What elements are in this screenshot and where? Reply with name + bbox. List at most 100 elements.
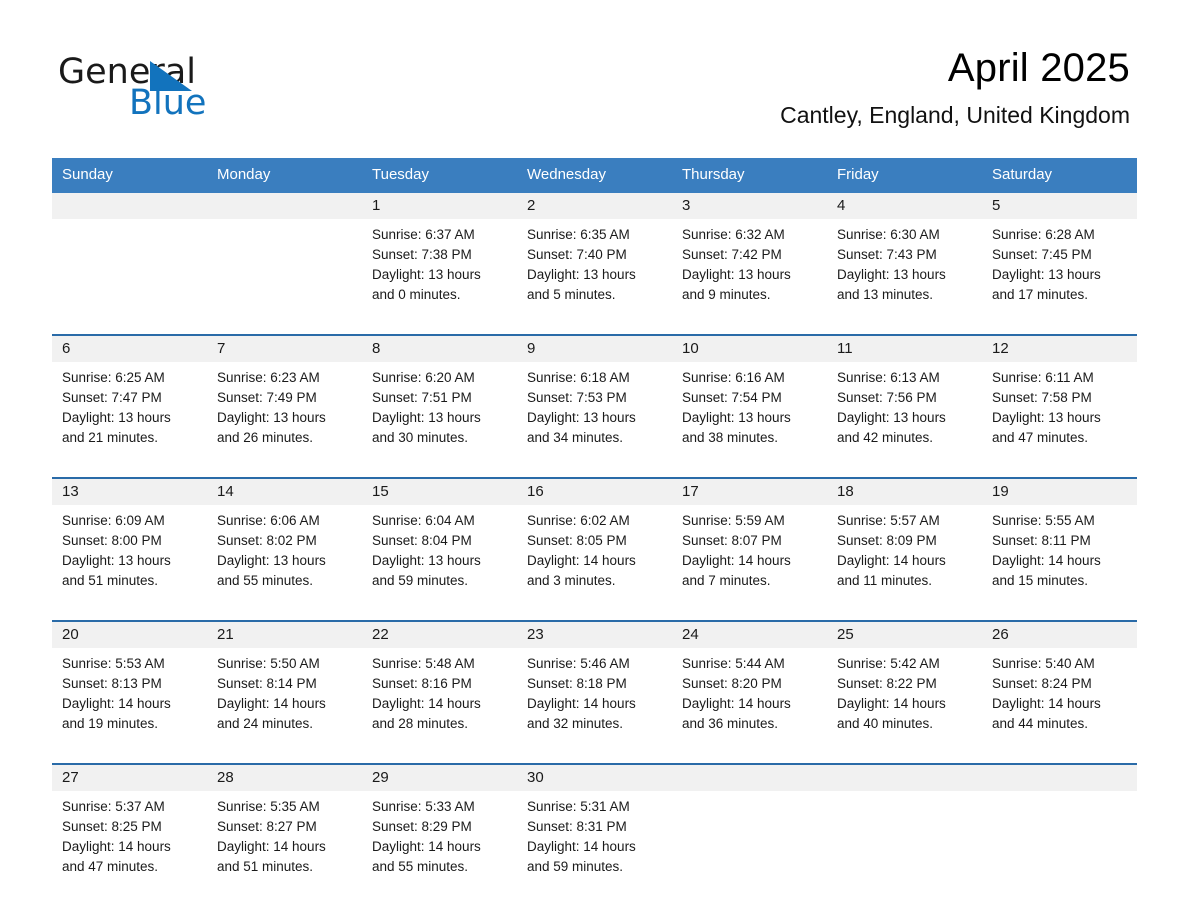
day-info-daylight-line1: Daylight: 13 hours xyxy=(372,410,481,425)
day-number-band: 11 xyxy=(827,336,982,362)
day-info-daylight-line2: and 0 minutes. xyxy=(372,287,461,302)
calendar-table: Sunday Monday Tuesday Wednesday Thursday Frid… xyxy=(52,158,1137,898)
day-info-daylight-line2: and 51 minutes. xyxy=(62,573,159,588)
day-info-sunrise: Sunrise: 6:09 AM xyxy=(62,513,165,528)
day-cell-11[interactable]: 11 Sunrise: 6:13 AM Sunset: 7:56 PM Dayligh… xyxy=(827,336,982,469)
calendar-week-row: 20 Sunrise: 5:53 AM Sunset: 8:13 PM Dayligh… xyxy=(52,620,1137,755)
day-cell-13[interactable]: 13 Sunrise: 6:09 AM Sunset: 8:00 PM Dayligh… xyxy=(52,479,207,612)
day-cell-3[interactable]: 3 Sunrise: 6:32 AM Sunset: 7:42 PM Daylight… xyxy=(672,193,827,326)
day-info-daylight-line2: and 47 minutes. xyxy=(62,859,159,874)
day-cell-16[interactable]: 16 Sunrise: 6:02 AM Sunset: 8:05 PM Dayligh… xyxy=(517,479,672,612)
day-number-band: 6 xyxy=(52,336,207,362)
day-info-sunrise: Sunrise: 6:37 AM xyxy=(372,227,475,242)
day-cell-27[interactable]: 27 Sunrise: 5:37 AM Sunset: 8:25 PM Dayligh… xyxy=(52,765,207,898)
general-blue-logo[interactable]: General Blue xyxy=(58,52,358,123)
day-info-sunrise: Sunrise: 6:23 AM xyxy=(217,370,320,385)
day-number-band: 12 xyxy=(982,336,1137,362)
day-info-daylight-line2: and 5 minutes. xyxy=(527,287,616,302)
day-info-daylight-line2: and 34 minutes. xyxy=(527,430,624,445)
day-cell-23[interactable]: 23 Sunrise: 5:46 AM Sunset: 8:18 PM Dayligh… xyxy=(517,622,672,755)
day-cell-4[interactable]: 4 Sunrise: 6:30 AM Sunset: 7:43 PM Daylight… xyxy=(827,193,982,326)
day-info-daylight-line2: and 32 minutes. xyxy=(527,716,624,731)
day-info: Sunrise: 6:02 AM Sunset: 8:05 PM Daylight:… xyxy=(517,505,672,591)
day-number: 22 xyxy=(372,626,389,643)
day-info-daylight-line1: Daylight: 13 hours xyxy=(837,410,946,425)
day-cell-28[interactable]: 28 Sunrise: 5:35 AM Sunset: 8:27 PM Dayligh… xyxy=(207,765,362,898)
day-info-sunrise: Sunrise: 5:31 AM xyxy=(527,799,630,814)
day-info-sunset: Sunset: 8:05 PM xyxy=(527,533,627,548)
day-info: Sunrise: 6:11 AM Sunset: 7:58 PM Daylight:… xyxy=(982,362,1137,448)
day-info-daylight-line1: Daylight: 13 hours xyxy=(992,410,1101,425)
day-info: Sunrise: 6:06 AM Sunset: 8:02 PM Daylight:… xyxy=(207,505,362,591)
day-cell-19[interactable]: 19 Sunrise: 5:55 AM Sunset: 8:11 PM Dayligh… xyxy=(982,479,1137,612)
day-info-daylight-line2: and 38 minutes. xyxy=(682,430,779,445)
day-cell-25[interactable]: 25 Sunrise: 5:42 AM Sunset: 8:22 PM Dayligh… xyxy=(827,622,982,755)
day-info-sunset: Sunset: 7:38 PM xyxy=(372,247,472,262)
day-number-band: 8 xyxy=(362,336,517,362)
day-info-daylight-line2: and 59 minutes. xyxy=(527,859,624,874)
day-cell-5[interactable]: 5 Sunrise: 6:28 AM Sunset: 7:45 PM Daylight… xyxy=(982,193,1137,326)
day-cell-29[interactable]: 29 Sunrise: 5:33 AM Sunset: 8:29 PM Dayligh… xyxy=(362,765,517,898)
day-number: 24 xyxy=(682,626,699,643)
day-number-band: 10 xyxy=(672,336,827,362)
day-cell-17[interactable]: 17 Sunrise: 5:59 AM Sunset: 8:07 PM Dayligh… xyxy=(672,479,827,612)
day-info-daylight-line1: Daylight: 14 hours xyxy=(837,696,946,711)
day-info: Sunrise: 5:48 AM Sunset: 8:16 PM Daylight:… xyxy=(362,648,517,734)
day-info-sunset: Sunset: 7:45 PM xyxy=(992,247,1092,262)
day-cell-12[interactable]: 12 Sunrise: 6:11 AM Sunset: 7:58 PM Dayligh… xyxy=(982,336,1137,469)
day-number-band: 28 xyxy=(207,765,362,791)
day-number: 26 xyxy=(992,626,1009,643)
day-number-band: 20 xyxy=(52,622,207,648)
day-cell-10[interactable]: 10 Sunrise: 6:16 AM Sunset: 7:54 PM Dayligh… xyxy=(672,336,827,469)
day-info: Sunrise: 6:20 AM Sunset: 7:51 PM Daylight:… xyxy=(362,362,517,448)
day-cell-24[interactable]: 24 Sunrise: 5:44 AM Sunset: 8:20 PM Dayligh… xyxy=(672,622,827,755)
day-cell-1[interactable]: 1 Sunrise: 6:37 AM Sunset: 7:38 PM Daylight… xyxy=(362,193,517,326)
day-cell-26[interactable]: 26 Sunrise: 5:40 AM Sunset: 8:24 PM Dayligh… xyxy=(982,622,1137,755)
day-info-sunset: Sunset: 8:07 PM xyxy=(682,533,782,548)
day-cell-20[interactable]: 20 Sunrise: 5:53 AM Sunset: 8:13 PM Dayligh… xyxy=(52,622,207,755)
day-info-daylight-line1: Daylight: 14 hours xyxy=(527,839,636,854)
day-cell-18[interactable]: 18 Sunrise: 5:57 AM Sunset: 8:09 PM Dayligh… xyxy=(827,479,982,612)
day-number-band: 27 xyxy=(52,765,207,791)
day-info-sunset: Sunset: 7:47 PM xyxy=(62,390,162,405)
day-cell-22[interactable]: 22 Sunrise: 5:48 AM Sunset: 8:16 PM Dayligh… xyxy=(362,622,517,755)
day-info: Sunrise: 5:37 AM Sunset: 8:25 PM Daylight:… xyxy=(52,791,207,877)
day-cell-2[interactable]: 2 Sunrise: 6:35 AM Sunset: 7:40 PM Daylight… xyxy=(517,193,672,326)
day-cell-14[interactable]: 14 Sunrise: 6:06 AM Sunset: 8:02 PM Dayligh… xyxy=(207,479,362,612)
day-number-band: 29 xyxy=(362,765,517,791)
day-number-band: 9 xyxy=(517,336,672,362)
day-info: Sunrise: 5:33 AM Sunset: 8:29 PM Daylight:… xyxy=(362,791,517,877)
day-cell-21[interactable]: 21 Sunrise: 5:50 AM Sunset: 8:14 PM Dayligh… xyxy=(207,622,362,755)
day-info-daylight-line1: Daylight: 13 hours xyxy=(837,267,946,282)
day-info-sunset: Sunset: 8:25 PM xyxy=(62,819,162,834)
day-number: 12 xyxy=(992,340,1009,357)
day-cell-9[interactable]: 9 Sunrise: 6:18 AM Sunset: 7:53 PM Daylight… xyxy=(517,336,672,469)
day-cell-empty xyxy=(52,193,207,326)
day-info-sunrise: Sunrise: 5:55 AM xyxy=(992,513,1095,528)
day-cell-empty xyxy=(207,193,362,326)
day-info-daylight-line2: and 47 minutes. xyxy=(992,430,1089,445)
day-number: 10 xyxy=(682,340,699,357)
page-title: April 2025 xyxy=(947,46,1130,90)
week-spacer xyxy=(52,326,1137,334)
day-info-sunrise: Sunrise: 6:35 AM xyxy=(527,227,630,242)
day-info-daylight-line1: Daylight: 13 hours xyxy=(62,553,171,568)
day-number-band: 5 xyxy=(982,193,1137,219)
day-info: Sunrise: 6:18 AM Sunset: 7:53 PM Daylight:… xyxy=(517,362,672,448)
day-cell-30[interactable]: 30 Sunrise: 5:31 AM Sunset: 8:31 PM Dayligh… xyxy=(517,765,672,898)
day-info-sunset: Sunset: 7:51 PM xyxy=(372,390,472,405)
day-cell-8[interactable]: 8 Sunrise: 6:20 AM Sunset: 7:51 PM Daylight… xyxy=(362,336,517,469)
day-number: 19 xyxy=(992,483,1009,500)
day-cell-6[interactable]: 6 Sunrise: 6:25 AM Sunset: 7:47 PM Daylight… xyxy=(52,336,207,469)
day-info-daylight-line2: and 28 minutes. xyxy=(372,716,469,731)
calendar-week-row: 6 Sunrise: 6:25 AM Sunset: 7:47 PM Daylight… xyxy=(52,334,1137,469)
day-info: Sunrise: 6:32 AM Sunset: 7:42 PM Daylight:… xyxy=(672,219,827,305)
day-cell-7[interactable]: 7 Sunrise: 6:23 AM Sunset: 7:49 PM Daylight… xyxy=(207,336,362,469)
page-header: General Blue April 2025 Cantley, England… xyxy=(0,0,1188,155)
day-number: 28 xyxy=(217,769,234,786)
day-cell-15[interactable]: 15 Sunrise: 6:04 AM Sunset: 8:04 PM Dayligh… xyxy=(362,479,517,612)
day-cell-empty xyxy=(827,765,982,898)
weekday-header-thursday: Thursday xyxy=(682,166,745,183)
day-info: Sunrise: 6:35 AM Sunset: 7:40 PM Daylight:… xyxy=(517,219,672,305)
day-info-sunset: Sunset: 8:27 PM xyxy=(217,819,317,834)
